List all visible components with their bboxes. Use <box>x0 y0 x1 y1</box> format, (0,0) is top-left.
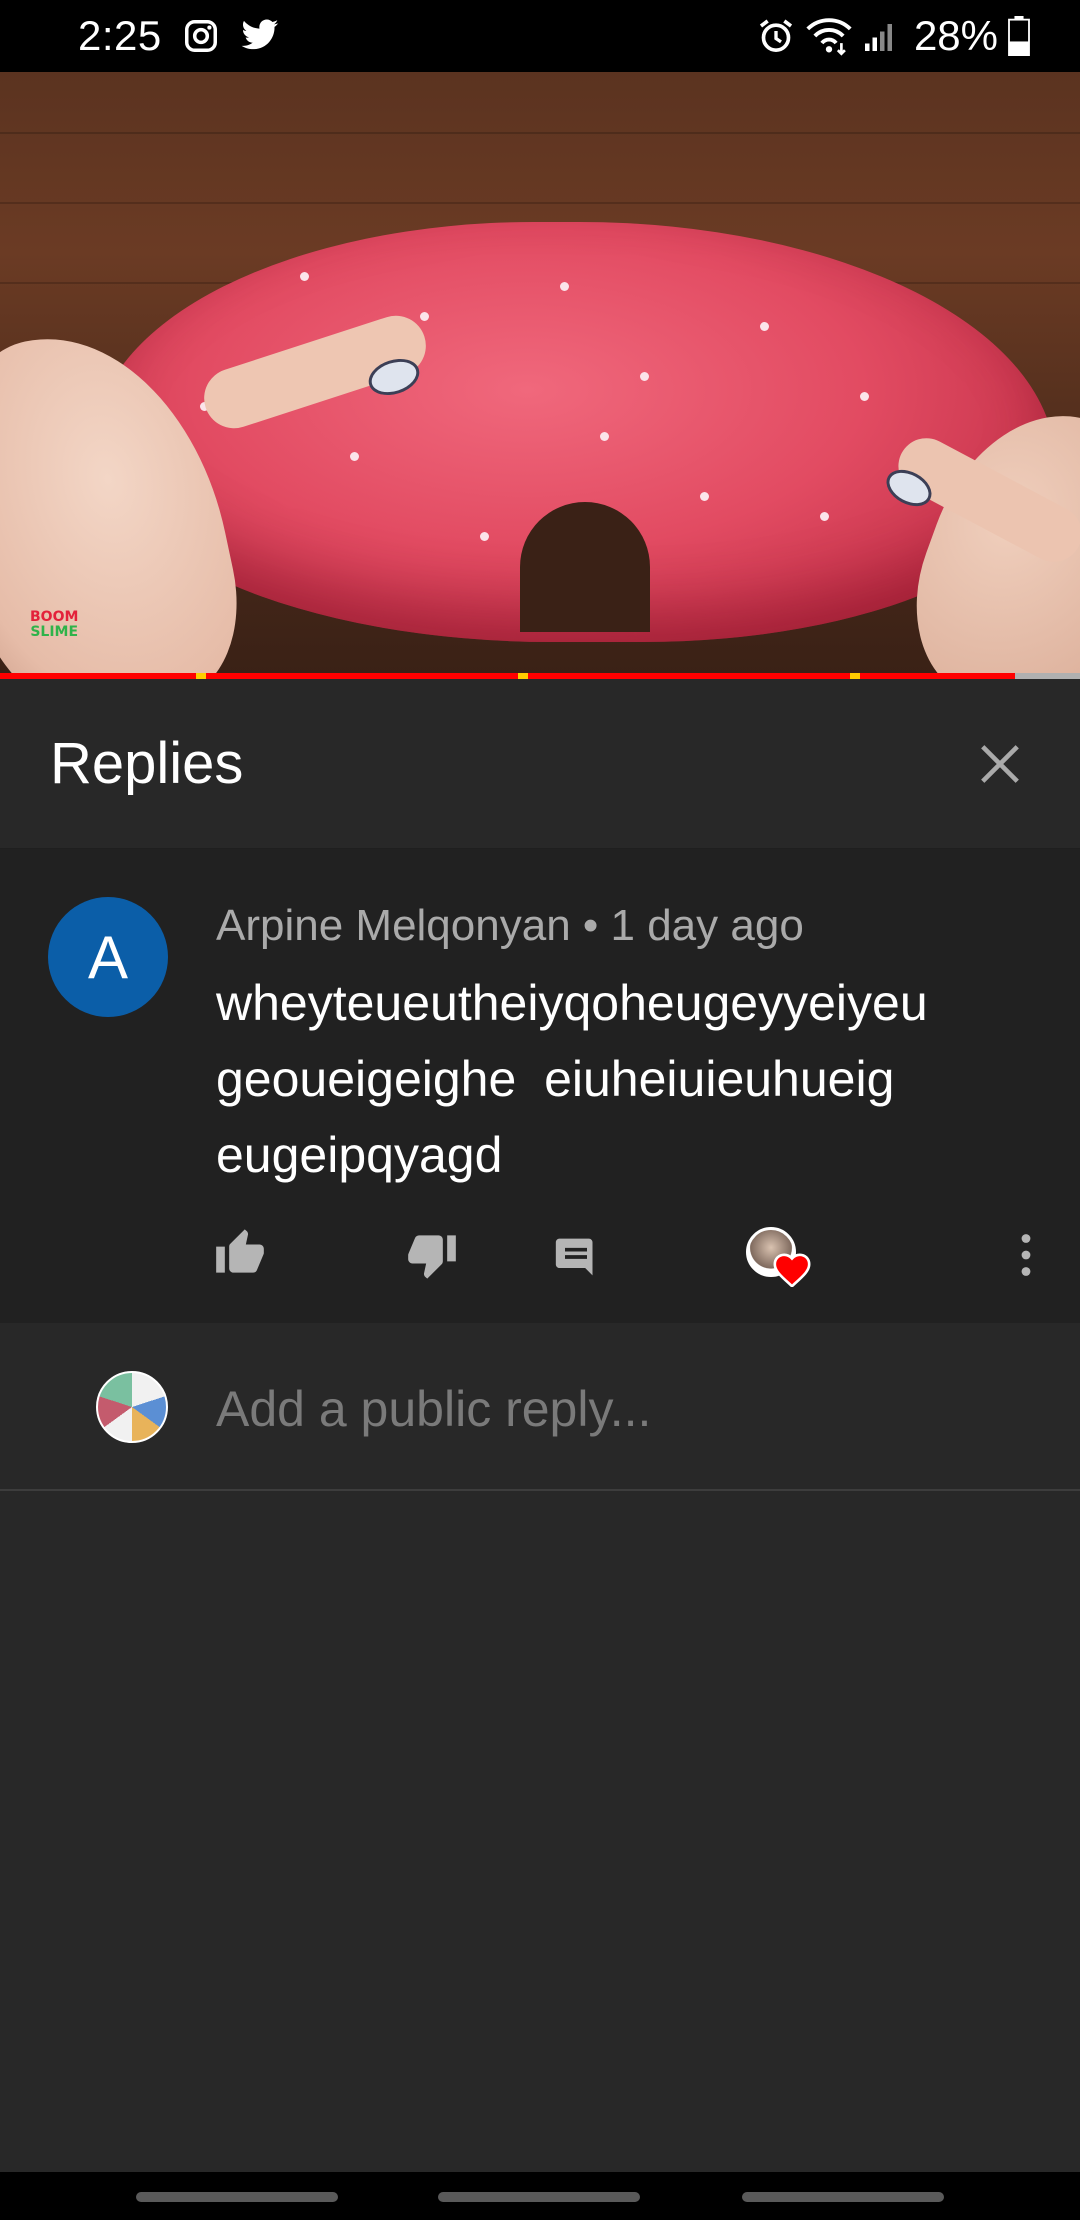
system-nav-bar <box>0 2172 1080 2220</box>
slime-bead <box>640 372 649 381</box>
replies-title: Replies <box>50 731 244 796</box>
slime-bead <box>820 512 829 521</box>
like-button[interactable] <box>208 1219 272 1283</box>
slime-bead <box>300 272 309 281</box>
comment-text-line: wheyteueutheiyqoheugeyyeiyeu <box>216 975 928 1031</box>
reply-button[interactable] <box>544 1225 608 1289</box>
slime-bead <box>420 312 429 321</box>
add-reply-bar <box>0 1323 1080 1491</box>
twitter-icon <box>240 18 280 54</box>
reply-input[interactable] <box>216 1377 1016 1441</box>
slime-shadow <box>520 502 650 632</box>
slime-bead <box>700 492 709 501</box>
alarm-icon <box>756 16 796 56</box>
battery-percent: 28% <box>913 12 998 59</box>
signal-icon <box>862 18 898 54</box>
close-icon <box>981 744 1019 783</box>
comment-text-line: geoueigeighe eiuheiuieuhueig <box>216 1051 895 1107</box>
commenter-avatar[interactable]: A <box>48 897 168 1017</box>
comment-item: A Arpine Melqonyan • 1 day ago wheyteueu… <box>0 849 1080 1323</box>
channel-logo-line1: BOOM <box>30 609 79 625</box>
battery-icon <box>1008 16 1030 56</box>
slime-bead <box>760 322 769 331</box>
comment-text-line: eugeipqyagd <box>216 1127 503 1183</box>
home-button[interactable] <box>438 2192 640 2202</box>
dislike-button[interactable] <box>400 1225 464 1289</box>
more-vert-icon <box>1021 1234 1031 1276</box>
heart-icon <box>773 1253 811 1287</box>
status-time: 2:25 <box>78 12 162 59</box>
status-bar: 2:25 28% <box>0 0 1080 72</box>
channel-logo-line2: SLIME <box>30 624 79 640</box>
more-options-button[interactable] <box>994 1223 1058 1287</box>
wood-grain <box>0 132 1080 134</box>
slime-bead <box>560 282 569 291</box>
thumb-up-icon <box>216 1229 264 1273</box>
channel-logo: BOOM SLIME <box>30 610 78 640</box>
comment-meta: Arpine Melqonyan • 1 day ago <box>216 901 804 950</box>
youtube-replies-screen: 2:25 28% BOOM SLIME Replies A Arpine Mel… <box>0 0 1080 2220</box>
instagram-icon <box>182 17 220 55</box>
reply-icon <box>555 1238 593 1276</box>
video-player[interactable]: BOOM SLIME <box>0 72 1080 676</box>
slime-bead <box>350 452 359 461</box>
recent-apps-button[interactable] <box>136 2192 338 2202</box>
slime-bead <box>480 532 489 541</box>
user-avatar <box>96 1371 168 1443</box>
thumb-down-icon <box>408 1235 456 1279</box>
close-button[interactable] <box>970 734 1030 794</box>
replies-header: Replies <box>0 679 1080 849</box>
wifi-icon <box>806 16 852 56</box>
back-button[interactable] <box>742 2192 944 2202</box>
slime-bead <box>600 432 609 441</box>
status-right: 28% <box>756 12 1030 60</box>
status-left: 2:25 <box>78 12 280 60</box>
wood-grain <box>0 202 1080 204</box>
comment-text: wheyteueutheiyqoheugeyyeiyeu geoueigeigh… <box>216 965 1016 1193</box>
slime-bead <box>860 392 869 401</box>
